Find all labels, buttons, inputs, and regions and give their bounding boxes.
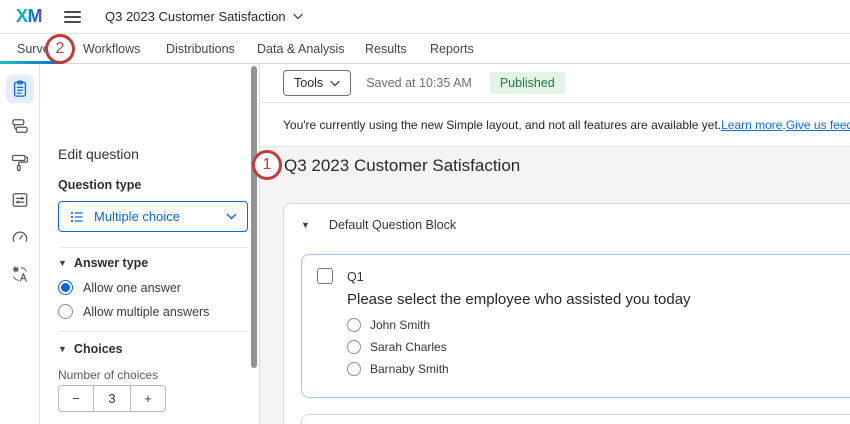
paint-roller-icon <box>10 153 30 173</box>
choice-label: John Smith <box>370 318 430 332</box>
learn-more-link[interactable]: Learn more <box>721 118 782 132</box>
rail-item-translations[interactable] <box>6 260 34 288</box>
choice-option[interactable]: John Smith <box>347 318 449 332</box>
panel-title: Edit question <box>58 146 139 162</box>
choice-label: Barnaby Smith <box>370 362 449 376</box>
divider <box>58 331 248 332</box>
caret-down-icon: ▼ <box>58 258 67 268</box>
question-block-card: ▼ Default Question Block Q1 Please selec… <box>283 203 850 424</box>
stepper-minus-button[interactable]: − <box>59 386 93 411</box>
block-header[interactable]: ▼ Default Question Block <box>301 218 456 232</box>
number-of-choices-label: Number of choices <box>58 368 158 382</box>
chevron-down-icon <box>330 80 340 87</box>
tab-results[interactable]: Results <box>365 34 407 64</box>
rail-item-survey-builder[interactable] <box>6 75 34 103</box>
simple-layout-notice: You're currently using the new Simple la… <box>260 103 850 147</box>
tab-reports[interactable]: Reports <box>430 34 474 64</box>
radio-unselected-icon <box>347 362 361 376</box>
question-type-value: Multiple choice <box>94 209 180 224</box>
choices-label: Choices <box>74 342 123 356</box>
question-checkbox[interactable] <box>317 268 333 284</box>
translate-icon <box>10 264 30 284</box>
choice-option[interactable]: Barnaby Smith <box>347 362 449 376</box>
answer-type-section-header[interactable]: ▼ Answer type <box>58 256 148 270</box>
question-text[interactable]: Please select the employee who assisted … <box>347 291 691 308</box>
sliders-icon <box>10 190 30 210</box>
radio-allow-one-answer[interactable]: Allow one answer <box>58 280 181 295</box>
stepper-value: 3 <box>93 386 131 411</box>
radio-label: Allow one answer <box>83 281 181 295</box>
tools-button[interactable]: Tools <box>283 70 351 96</box>
radio-unselected-icon <box>58 304 73 319</box>
saved-status-text: Saved at 10:35 AM <box>366 76 472 90</box>
survey-canvas: Q3 2023 Customer Satisfaction ▼ Default … <box>260 147 850 424</box>
survey-title[interactable]: Q3 2023 Customer Satisfaction <box>284 156 520 176</box>
radio-unselected-icon <box>347 318 361 332</box>
flow-blocks-icon <box>10 116 30 136</box>
hamburger-menu-icon[interactable] <box>64 11 81 23</box>
qualtrics-survey-editor: XM Q3 2023 Customer Satisfaction Survey … <box>0 0 850 424</box>
rail-item-look-and-feel[interactable] <box>6 149 34 177</box>
radio-allow-multiple-answers[interactable]: Allow multiple answers <box>58 304 209 319</box>
choices-count-stepper: − 3 + <box>58 385 166 412</box>
annotation-circle-2: 2 <box>45 34 75 64</box>
main-nav-tabs: Survey Workflows Distributions Data & An… <box>0 34 850 64</box>
radio-unselected-icon <box>347 340 361 354</box>
question-card-q1[interactable]: Q1 Please select the employee who assist… <box>301 254 850 398</box>
choices-section-header[interactable]: ▼ Choices <box>58 342 123 356</box>
question-type-dropdown[interactable]: Multiple choice <box>58 201 248 232</box>
tools-button-label: Tools <box>294 76 323 90</box>
next-question-card-partial[interactable] <box>301 414 850 424</box>
top-bar: XM Q3 2023 Customer Satisfaction <box>0 0 850 34</box>
radio-label: Allow multiple answers <box>83 305 209 319</box>
stepper-plus-button[interactable]: + <box>131 386 165 411</box>
builder-icon-rail <box>0 64 40 424</box>
chevron-down-icon[interactable] <box>293 13 303 20</box>
question-id: Q1 <box>347 270 364 284</box>
rail-item-quotas[interactable] <box>6 223 34 251</box>
question-options: John Smith Sarah Charles Barnaby Smith <box>347 318 449 376</box>
published-badge: Published <box>490 72 565 94</box>
divider <box>58 247 248 248</box>
choice-label: Sarah Charles <box>370 340 447 354</box>
chevron-down-icon <box>226 213 237 220</box>
caret-down-icon[interactable]: ▼ <box>301 220 310 230</box>
rail-item-survey-flow[interactable] <box>6 112 34 140</box>
question-type-label: Question type <box>58 178 141 192</box>
panel-scrollbar[interactable] <box>251 66 257 368</box>
caret-down-icon: ▼ <box>58 344 67 354</box>
block-label: Default Question Block <box>329 218 456 232</box>
project-title[interactable]: Q3 2023 Customer Satisfaction <box>105 9 286 24</box>
xm-logo: XM <box>16 6 42 27</box>
annotation-circle-1: 1 <box>252 150 282 180</box>
gauge-icon <box>10 227 30 247</box>
multiple-choice-icon <box>69 209 85 225</box>
answer-type-label: Answer type <box>74 256 148 270</box>
tab-distributions[interactable]: Distributions <box>166 34 235 64</box>
notice-text: You're currently using the new Simple la… <box>283 118 721 132</box>
edit-question-panel: Edit question Question type Multiple cho… <box>40 64 260 424</box>
clipboard-icon <box>10 79 30 99</box>
tab-workflows[interactable]: Workflows <box>83 34 140 64</box>
choice-option[interactable]: Sarah Charles <box>347 340 449 354</box>
tab-data-analysis[interactable]: Data & Analysis <box>257 34 345 64</box>
give-feedback-link[interactable]: Give us feedback <box>786 118 850 132</box>
main-content: Tools Saved at 10:35 AM Published You're… <box>260 64 850 424</box>
radio-selected-icon <box>58 280 73 295</box>
rail-item-survey-options[interactable] <box>6 186 34 214</box>
editor-toolbar: Tools Saved at 10:35 AM Published <box>260 64 850 103</box>
